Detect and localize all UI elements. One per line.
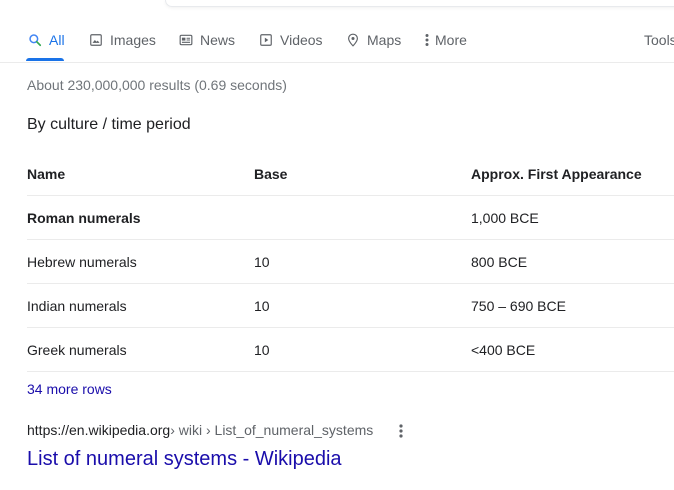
table-cell-first-appearance: 1,000 BCE [471,209,539,226]
column-header-name: Name [27,166,66,182]
tab-label: All [49,32,65,48]
video-icon [258,32,274,48]
table-row: Indian numerals 10 750 – 690 BCE [27,284,674,328]
tab-videos[interactable]: Videos [258,31,323,49]
column-header-base: Base [254,166,288,182]
tab-news[interactable]: News [178,31,235,49]
result-options-icon[interactable] [396,423,406,439]
table-cell-first-appearance: 800 BCE [471,253,528,270]
numeral-systems-table: Name Base Approx. First Appearance Roman… [27,153,674,372]
result-url-base: https://en.wikipedia.org [27,422,171,438]
tab-maps[interactable]: Maps [345,31,401,49]
result-title-link[interactable]: List of numeral systems - Wikipedia [27,448,342,471]
result-url[interactable]: https://en.wikipedia.org › wiki › List_o… [27,422,373,438]
more-rows-link[interactable]: 34 more rows [27,381,112,397]
active-tab-indicator [26,58,64,61]
tab-more[interactable]: More [423,31,467,49]
tab-label: More [435,32,467,48]
table-cell-first-appearance: <400 BCE [471,341,536,358]
search-tabs: All Images News Videos Maps More Tools [0,0,674,63]
tools-button[interactable]: Tools [644,31,674,49]
table-cell-first-appearance: 750 – 690 BCE [471,297,566,314]
tools-label: Tools [644,32,674,48]
more-vert-icon [423,32,431,48]
image-icon [88,32,104,48]
news-icon [178,32,194,48]
table-section-title: By culture / time period [27,116,191,133]
column-header-first-appearance: Approx. First Appearance [471,166,642,182]
result-stats: About 230,000,000 results (0.69 seconds) [27,77,287,93]
table-cell-name: Hebrew numerals [27,253,137,270]
tab-label: Maps [367,32,402,48]
tab-images[interactable]: Images [88,31,156,49]
table-cell-name: Roman numerals [27,209,141,226]
map-pin-icon [345,32,361,48]
tab-label: Images [110,32,156,48]
table-header-row: Name Base Approx. First Appearance [27,153,674,196]
table-row: Hebrew numerals 10 800 BCE [27,240,674,284]
tab-label: Videos [280,32,323,48]
table-cell-base: 10 [254,253,270,270]
tab-all[interactable]: All [27,31,65,49]
search-icon [27,32,43,48]
tab-label: News [200,32,236,48]
table-cell-name: Greek numerals [27,341,127,358]
table-row: Greek numerals 10 <400 BCE [27,328,674,372]
table-cell-name: Indian numerals [27,297,127,314]
table-cell-base: 10 [254,341,270,358]
table-row: Roman numerals 1,000 BCE [27,196,674,240]
result-breadcrumb: › wiki › List_of_numeral_systems [170,422,374,438]
table-cell-base: 10 [254,297,270,314]
